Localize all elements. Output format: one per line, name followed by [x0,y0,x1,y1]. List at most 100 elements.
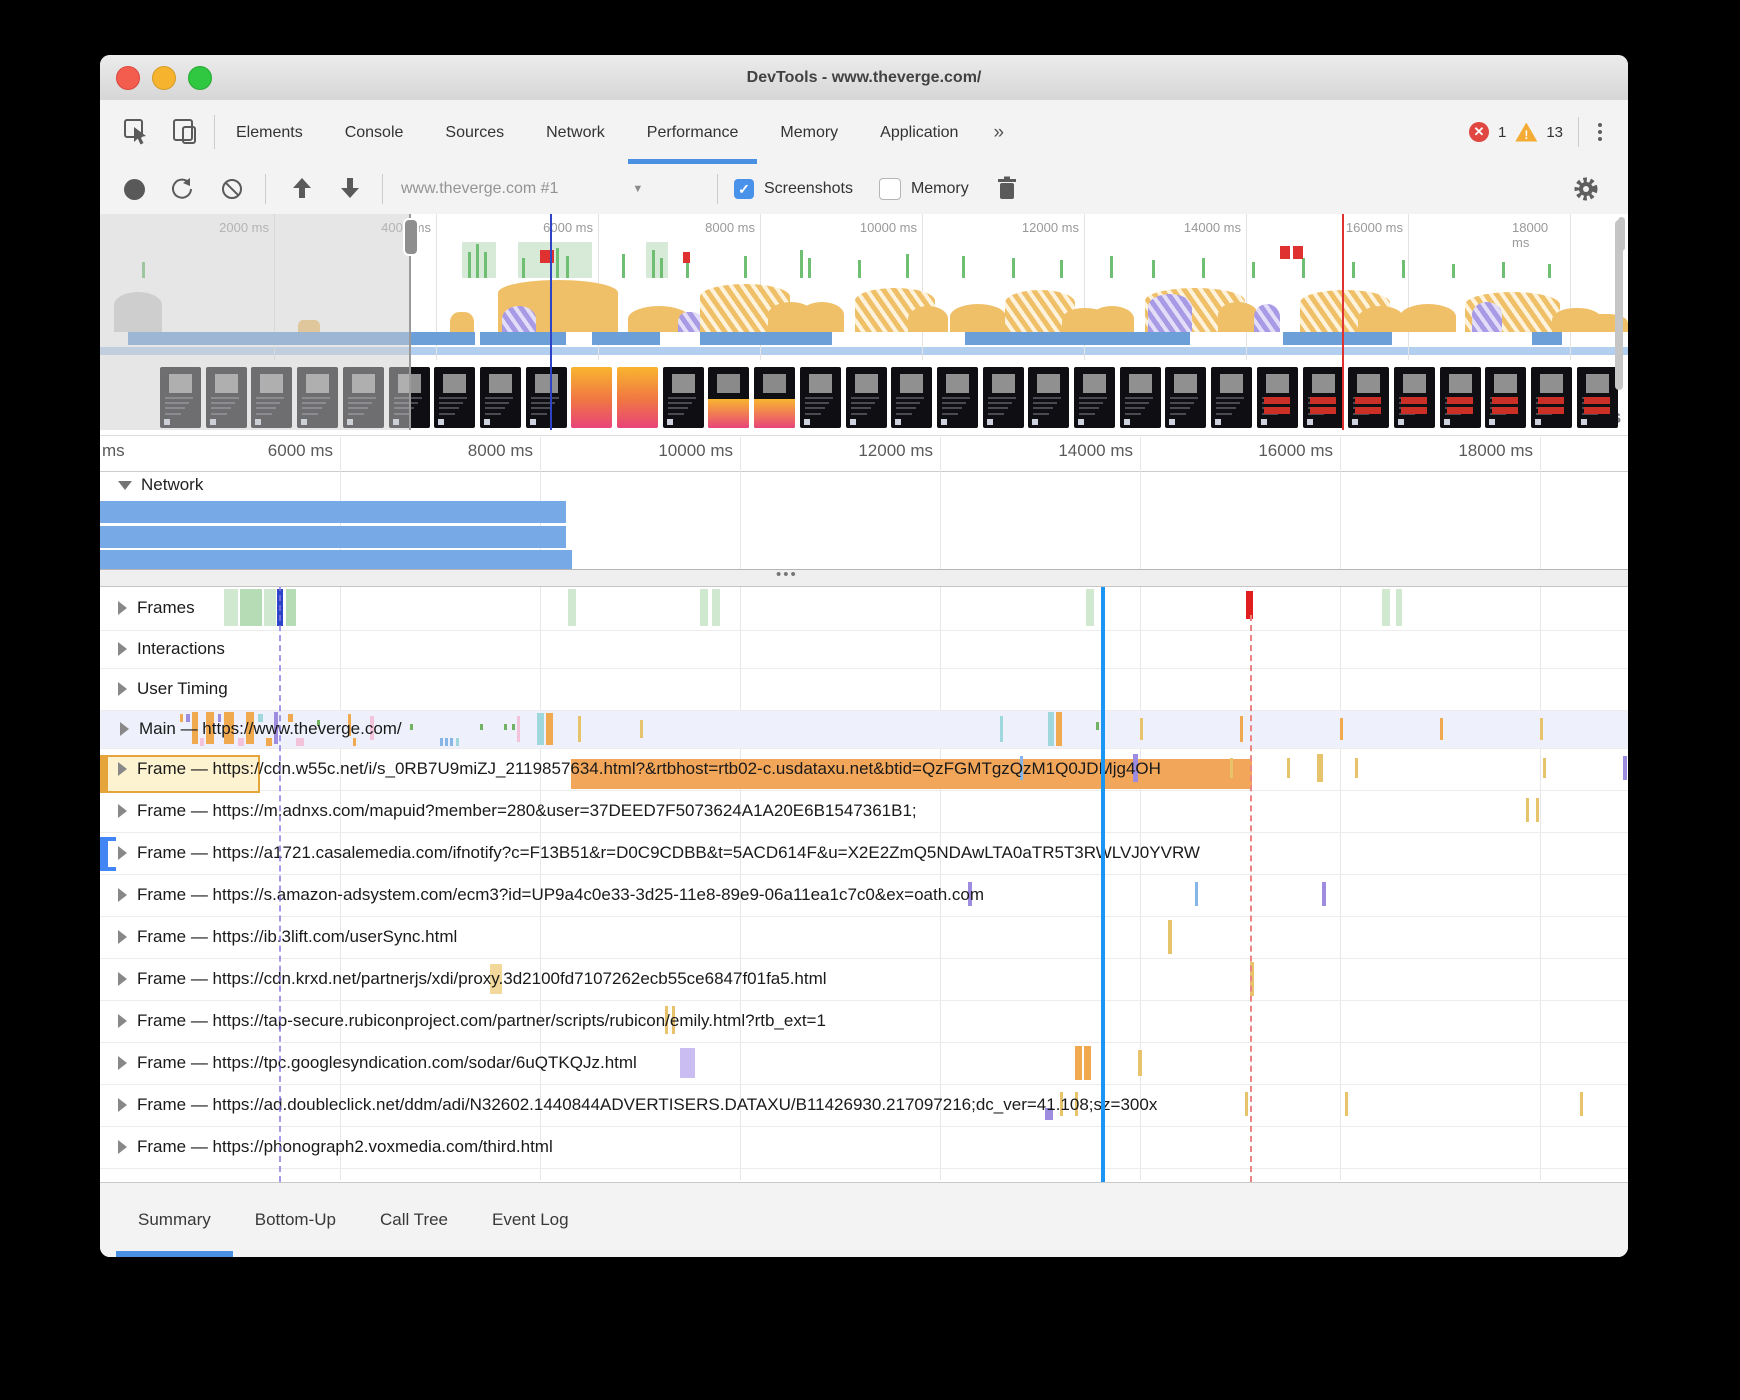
filmstrip-screenshot[interactable] [1485,367,1526,428]
tab-performance[interactable]: Performance [626,101,760,164]
track-row-user-timing[interactable]: User Timing [100,668,1628,711]
screenshots-checkbox[interactable]: ✓ [734,179,754,199]
tab-memory[interactable]: Memory [759,101,859,164]
filmstrip-screenshot[interactable] [1348,367,1389,428]
tab-sources[interactable]: Sources [424,101,525,164]
network-request-bar[interactable] [100,526,566,548]
overview-scrollbar-thumb[interactable] [1618,217,1625,251]
filmstrip-screenshot[interactable] [1074,367,1115,428]
filmstrip-screenshot[interactable] [891,367,932,428]
filmstrip-screenshot[interactable] [1120,367,1161,428]
filmstrip-screenshot[interactable] [1577,367,1618,428]
expand-triangle-icon[interactable] [118,846,127,860]
filmstrip-screenshot[interactable] [571,367,612,428]
garbage-collect-icon[interactable] [995,175,1019,203]
filmstrip-screenshot[interactable] [617,367,658,428]
filmstrip-screenshot[interactable] [1303,367,1344,428]
track-row-frame[interactable]: Frame — https://cdn.krxd.net/partnerjs/x… [100,958,1628,1001]
screenshots-checkbox-label[interactable]: Screenshots [764,180,853,198]
fps-bar [484,252,487,278]
reload-and-profile-icon[interactable] [169,176,195,202]
track-row-frame[interactable]: Frame — https://m.adnxs.com/mapuid?membe… [100,790,1628,833]
track-row-frame[interactable]: Frame — https://phonograph2.voxmedia.com… [100,1126,1628,1169]
filmstrip-screenshot[interactable] [1440,367,1481,428]
filmstrip-screenshot[interactable] [1211,367,1252,428]
track-row-interactions[interactable]: Interactions [100,630,1628,669]
detail-tab-bottom-up[interactable]: Bottom-Up [233,1183,358,1257]
save-profile-icon[interactable] [338,176,362,202]
network-request-bar[interactable] [100,501,566,523]
tab-application[interactable]: Application [859,101,979,164]
warning-count: 13 [1546,124,1563,141]
memory-checkbox-label[interactable]: Memory [911,180,969,198]
expand-triangle-icon[interactable] [118,804,127,818]
thumb-text-line [805,413,821,415]
expand-triangle-icon[interactable] [118,601,127,615]
load-profile-icon[interactable] [290,176,314,202]
filmstrip-screenshot[interactable] [434,367,475,428]
filmstrip-screenshot[interactable] [708,367,749,428]
filmstrip-screenshot[interactable] [1028,367,1069,428]
filmstrip-screenshot[interactable] [1394,367,1435,428]
track-row-frame[interactable]: Frame — https://tpc.googlesyndication.co… [100,1042,1628,1085]
filmstrip-screenshot[interactable] [800,367,841,428]
expand-triangle-icon[interactable] [118,682,127,696]
expand-triangle-icon[interactable] [118,1056,127,1070]
thumb-text-line [942,413,958,415]
filmstrip-screenshot[interactable] [1531,367,1572,428]
expand-triangle-icon[interactable] [120,722,129,736]
thumb-image-placeholder [1083,374,1106,393]
filmstrip-screenshot[interactable] [937,367,978,428]
devtools-menu-icon[interactable] [1598,123,1602,141]
fps-bar [808,258,811,278]
thumb-text-line [439,407,459,409]
track-row-frame[interactable]: Frame — https://s.amazon-adsystem.com/ec… [100,874,1628,917]
expand-triangle-icon[interactable] [118,1098,127,1112]
overview-selection-handle[interactable] [403,218,419,256]
expand-triangle-icon[interactable] [118,762,127,776]
filmstrip-screenshot[interactable] [846,367,887,428]
track-row-main[interactable]: Main — https://www.theverge.com/ [100,710,1628,749]
tab-network[interactable]: Network [525,101,626,164]
tab-console[interactable]: Console [324,101,425,164]
expand-triangle-icon[interactable] [118,930,127,944]
track-row-frame[interactable]: Frame — https://tap-secure.rubiconprojec… [100,1000,1628,1043]
thumb-red-block [1355,407,1381,414]
capture-settings-gear-icon[interactable] [1572,175,1600,203]
expand-triangle-icon[interactable] [118,1014,127,1028]
clear-recording-icon[interactable] [219,176,245,202]
memory-checkbox[interactable] [879,178,901,200]
cpu-activity-bump [502,306,536,332]
tab-elements[interactable]: Elements [215,101,324,164]
track-row-frame[interactable]: Frame — https://ib.3lift.com/userSync.ht… [100,916,1628,959]
filmstrip-screenshot[interactable] [480,367,521,428]
filmstrip-screenshot[interactable] [663,367,704,428]
filmstrip-screenshot[interactable] [1165,367,1206,428]
expand-triangle-icon[interactable] [118,1140,127,1154]
expand-triangle-icon[interactable] [118,888,127,902]
device-toolbar-icon[interactable] [170,117,200,147]
track-row-frame[interactable]: Frame — https://ad.doubleclick.net/ddm/a… [100,1084,1628,1127]
detail-tab-event-log[interactable]: Event Log [470,1183,591,1257]
more-tabs-button[interactable]: » [979,101,1018,164]
network-track-header[interactable]: Network [118,475,203,495]
thumb-text-line [1125,407,1145,409]
detail-tab-summary[interactable]: Summary [116,1183,233,1257]
detail-tab-call-tree[interactable]: Call Tree [358,1183,470,1257]
panel-icons [100,117,214,147]
record-button[interactable] [124,179,145,200]
profile-select[interactable]: www.theverge.com #1 ▼ [389,180,711,198]
error-badge-icon[interactable]: ✕ [1469,122,1489,142]
profile-select-caret-icon: ▼ [632,183,643,195]
filmstrip-screenshot[interactable] [983,367,1024,428]
warning-badge-icon[interactable]: ! [1515,123,1537,142]
filmstrip-screenshot[interactable] [1257,367,1298,428]
network-track-label: Network [141,475,203,495]
expand-triangle-icon[interactable] [118,972,127,986]
pane-splitter[interactable]: ••• [100,569,1628,587]
track-row-frame[interactable]: Frame — https://a1721.casalemedia.com/if… [100,832,1628,875]
filmstrip-screenshot[interactable] [526,367,567,428]
filmstrip-screenshot[interactable] [754,367,795,428]
expand-triangle-icon[interactable] [118,642,127,656]
inspect-element-icon[interactable] [122,117,152,147]
